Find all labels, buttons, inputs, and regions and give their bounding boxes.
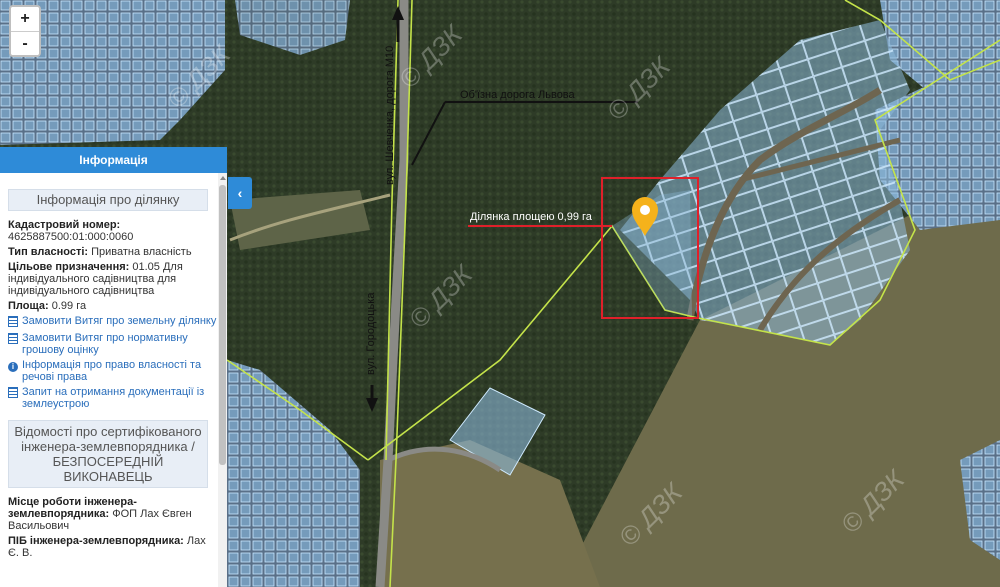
label-road-vertical: вул. Шевченка, дорога М10 xyxy=(384,46,396,185)
zoom-control: + - xyxy=(9,5,41,57)
document-icon xyxy=(8,332,19,356)
info-panel: Інформація Інформація про ділянку Кадаст… xyxy=(0,147,227,587)
purpose-row: Цільове призначення: 01.05 Для індивідуа… xyxy=(8,261,218,297)
panel-body: Інформація про ділянку Кадастровий номер… xyxy=(0,173,218,587)
order-extract-label[interactable]: Замовити Витяг про земельну ділянку xyxy=(22,315,216,329)
section-title-engineer: Відомості про сертифікованого інженера-з… xyxy=(8,420,208,488)
section-title-plot-info: Інформація про ділянку xyxy=(8,189,208,211)
workplace-row: Місце роботи інженера-землевпорядника: Ф… xyxy=(8,496,218,532)
documentation-request-label[interactable]: Запит на отримання документації із земле… xyxy=(22,386,218,410)
zoom-in-button[interactable]: + xyxy=(11,7,39,31)
documentation-request-link[interactable]: Запит на отримання документації із земле… xyxy=(8,386,218,410)
cadastral-number-row: Кадастровий номер: 4625887500:01:000:006… xyxy=(8,219,218,243)
ownership-value: Приватна власність xyxy=(91,246,192,258)
order-valuation-label[interactable]: Замовити Витяг про нормативну грошову оц… xyxy=(22,332,218,356)
scroll-thumb[interactable] xyxy=(219,185,226,465)
area-label: Площа: xyxy=(8,300,49,312)
ownership-label: Тип власності: xyxy=(8,246,89,258)
ownership-row: Тип власності: Приватна власність xyxy=(8,246,218,258)
panel-scrollbar[interactable] xyxy=(218,173,227,587)
area-value: 0.99 га xyxy=(51,300,87,312)
ownership-info-link[interactable]: i Інформація про право власності та речо… xyxy=(8,359,218,383)
cadastral-label: Кадастровий номер: xyxy=(8,219,121,231)
cadastral-value: 4625887500:01:000:0060 xyxy=(8,231,134,243)
scroll-up-icon[interactable] xyxy=(220,176,226,180)
zoom-out-button[interactable]: - xyxy=(11,31,39,55)
panel-header: Інформація xyxy=(0,147,227,173)
collapse-panel-button[interactable]: ‹ xyxy=(228,177,252,209)
label-plot: Ділянка площею 0,99 га xyxy=(470,211,593,223)
engineer-name-row: ПІБ інженера-землевпорядника: Лах Є. В. xyxy=(8,535,218,559)
label-road-lower: вул. Городоцька xyxy=(365,292,377,375)
document-icon xyxy=(8,315,19,329)
info-icon: i xyxy=(8,359,19,383)
area-row: Площа: 0.99 га xyxy=(8,300,218,312)
document-icon xyxy=(8,386,19,410)
ownership-info-label[interactable]: Інформація про право власності та речові… xyxy=(22,359,218,383)
order-extract-link[interactable]: Замовити Витяг про земельну ділянку xyxy=(8,315,218,329)
purpose-label: Цільове призначення: xyxy=(8,261,130,273)
engineer-name-label: ПІБ інженера-землевпорядника: xyxy=(8,535,184,547)
order-valuation-link[interactable]: Замовити Витяг про нормативну грошову оц… xyxy=(8,332,218,356)
label-bypass: Об'їзна дорога Львова xyxy=(460,89,576,101)
